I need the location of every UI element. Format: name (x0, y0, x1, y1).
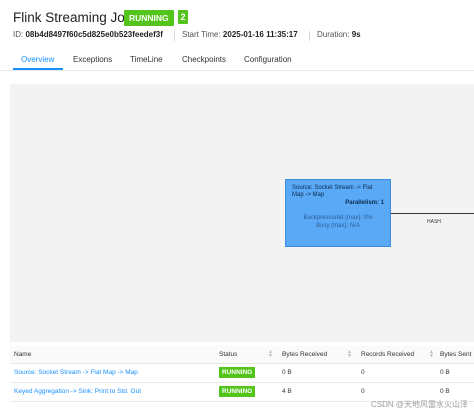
sort-icon[interactable]: ▲ ▼ (429, 350, 434, 359)
column-header-bytes-received[interactable]: Bytes Received (282, 351, 327, 358)
bytes-sent-cell: 0 B (440, 388, 450, 395)
node-busy: Busy (max): N/A (316, 223, 360, 229)
edge-label: HASH (427, 219, 441, 225)
status-badge: RUNNING (219, 386, 256, 397)
column-header-status[interactable]: Status (219, 351, 237, 358)
bytes-sent-cell: 0 B (440, 369, 450, 376)
node-backpressured: Backpressured (max): 0% (303, 215, 373, 221)
graph-edge (391, 213, 474, 214)
status-badge: RUNNING (219, 367, 256, 378)
job-tabs: Overview Exceptions TimeLine Checkpoints… (0, 52, 474, 71)
job-header: Flink Streaming Job RUNNING 2 ID: 08b4d8… (0, 0, 474, 71)
bytes-received-cell: 0 B (282, 369, 292, 376)
job-graph-canvas[interactable]: Source: Socket Stream -> Flat Map -> Map… (10, 84, 474, 342)
graph-node-source[interactable]: Source: Socket Stream -> Flat Map -> Map… (285, 179, 391, 247)
watermark: CSDN @天地风雷水火山泽 (370, 400, 468, 409)
job-id: ID: 08b4d8497f60c5d825e0b523feedef3f (13, 30, 163, 39)
job-id-value: 08b4d8497f60c5d825e0b523feedef3f (25, 30, 163, 39)
meta-divider (174, 31, 175, 41)
tab-configuration[interactable]: Configuration (244, 55, 292, 64)
column-header-name[interactable]: Name (14, 351, 31, 358)
records-received-cell: 0 (361, 388, 365, 395)
tab-timeline[interactable]: TimeLine (130, 55, 163, 64)
records-received-cell: 0 (361, 369, 365, 376)
meta-divider (309, 31, 310, 41)
vertex-name-link[interactable]: Source: Socket Stream -> Flat Map -> Map (14, 369, 138, 376)
tab-checkpoints[interactable]: Checkpoints (182, 55, 226, 64)
table-header: Name Status ▲ ▼ Bytes Received ▲ ▼ Records… (10, 346, 474, 364)
node-name: Source: Socket Stream -> Flat Map -> Map (292, 185, 373, 198)
vertex-name-link[interactable]: Keyed Aggregation -> Sink: Print to Std.… (14, 388, 141, 395)
duration-label: Duration: (317, 30, 350, 39)
node-parallelism: Parallelism: 1 (345, 200, 384, 206)
task-count-badge: 2 (178, 10, 188, 24)
job-duration: Duration: 9s (317, 30, 361, 39)
sort-icon[interactable]: ▲ ▼ (347, 350, 352, 359)
column-header-records-received[interactable]: Records Received (361, 351, 414, 358)
duration-value: 9s (351, 30, 361, 39)
tab-exceptions[interactable]: Exceptions (73, 55, 112, 64)
column-header-bytes-sent[interactable]: Bytes Sent (440, 351, 471, 358)
start-time-value: 2025-01-16 11:35:17 (222, 30, 298, 39)
start-time-label: Start Time: (182, 30, 221, 39)
job-status-badge: RUNNING (124, 10, 174, 26)
tab-overview[interactable]: Overview (21, 55, 54, 64)
table-row[interactable]: Source: Socket Stream -> Flat Map -> Map… (10, 364, 474, 383)
active-tab-indicator (13, 68, 63, 70)
bytes-received-cell: 4 B (282, 388, 292, 395)
sort-icon[interactable]: ▲ ▼ (268, 350, 273, 359)
job-start-time: Start Time: 2025-01-16 11:35:17 (182, 30, 298, 39)
job-title: Flink Streaming Job (13, 10, 133, 25)
job-id-label: ID: (13, 30, 24, 39)
